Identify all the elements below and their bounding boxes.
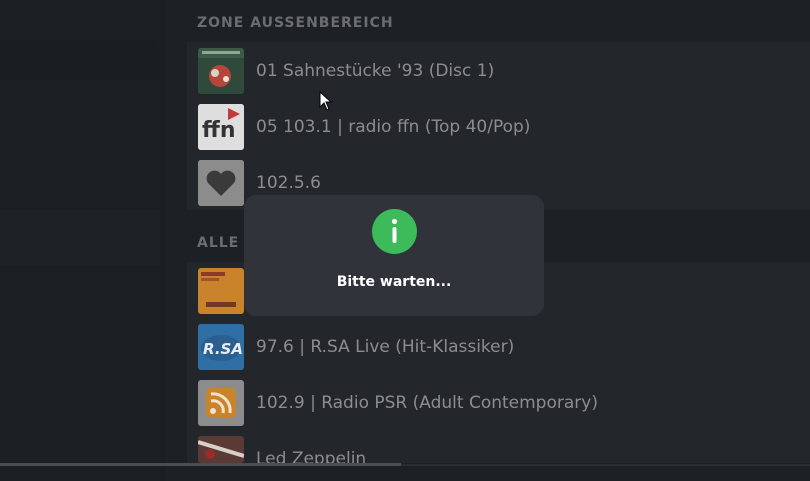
sidebar-item[interactable] xyxy=(0,210,160,266)
album-cover-icon xyxy=(198,436,244,463)
rsa-logo-icon: R.SA xyxy=(198,324,244,370)
sidebar-item-selected[interactable] xyxy=(0,42,156,80)
list-item-label: 05 103.1 | radio ffn (Top 40/Pop) xyxy=(256,117,531,137)
progress-bar[interactable] xyxy=(0,463,401,466)
podcast-cover-icon xyxy=(198,268,244,314)
svg-text:R.SA: R.SA xyxy=(203,340,243,358)
sidebar xyxy=(0,0,180,481)
list-item-label: 97.6 | R.SA Live (Hit-Klassiker) xyxy=(256,337,515,357)
progress-track xyxy=(401,464,810,466)
heart-icon xyxy=(198,160,244,206)
section-title-zone: ZONE AUSSENBEREICH xyxy=(197,15,394,31)
svg-text:ffn: ffn xyxy=(202,118,235,143)
list-item-label: 102.5.6 xyxy=(256,173,321,193)
album-cover-icon xyxy=(198,48,244,94)
rss-icon xyxy=(198,380,244,426)
info-icon xyxy=(372,209,417,254)
list-item-label: 01 Sahnestücke '93 (Disc 1) xyxy=(256,61,495,81)
ffn-logo-icon: ffn xyxy=(198,104,244,150)
list-item-label: Led Zeppelin xyxy=(256,449,367,463)
dialog-message: Bitte warten... xyxy=(336,274,452,290)
list-item-label: 102.9 | Radio PSR (Adult Contemporary) xyxy=(256,393,598,413)
loading-dialog: Bitte warten... xyxy=(244,195,544,316)
mouse-cursor-icon xyxy=(319,91,333,111)
